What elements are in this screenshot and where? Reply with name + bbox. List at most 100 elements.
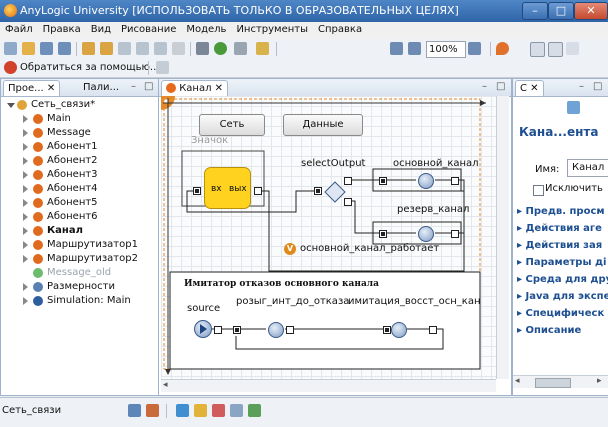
status-tool1-icon[interactable]	[176, 404, 189, 417]
source-icon[interactable]	[194, 320, 212, 338]
select-output-false-port[interactable]	[344, 198, 352, 206]
zoom-in-icon[interactable]	[468, 42, 481, 55]
connector-icon[interactable]	[256, 42, 269, 55]
redo-icon[interactable]	[100, 42, 113, 55]
maximize-button[interactable]: □	[548, 2, 574, 20]
canvas-horizontal-scrollbar[interactable]: ◂	[161, 379, 496, 392]
properties-section[interactable]: ▸ Действия аге	[517, 223, 602, 238]
delay2-out-port[interactable]	[429, 326, 437, 334]
run-icon[interactable]	[214, 42, 227, 55]
properties-section[interactable]: ▸ Параметры ді	[517, 257, 606, 272]
properties-section[interactable]: ▸ Действия зая	[517, 240, 602, 255]
grid-icon[interactable]	[530, 42, 545, 57]
select-output-in-port[interactable]	[314, 187, 322, 195]
tab-projects[interactable]: Прое... ✕	[3, 80, 61, 96]
collapsed-arrow-icon[interactable]	[23, 213, 28, 221]
main-channel-in-port[interactable]	[379, 177, 387, 185]
maximize-panel-icon[interactable]: □	[144, 81, 153, 92]
menu-model[interactable]: Модель	[181, 22, 231, 35]
reserve-channel-out-port[interactable]	[451, 230, 459, 238]
properties-section[interactable]: ▸ Среда для дру	[517, 274, 608, 289]
source-out-port[interactable]	[214, 326, 222, 334]
select-output-true-port[interactable]	[344, 177, 352, 185]
undo-icon[interactable]	[82, 42, 95, 55]
props-scroll-right-icon[interactable]: ▸	[597, 376, 602, 386]
minimize-panel-icon[interactable]: –	[131, 81, 136, 92]
properties-section[interactable]: ▸ Предв. просм	[517, 206, 605, 221]
zoom-level-field[interactable]: 100%	[426, 41, 466, 58]
pin-icon[interactable]	[156, 61, 169, 74]
canvas-vertical-scrollbar[interactable]	[496, 96, 509, 379]
in-port[interactable]	[193, 187, 201, 195]
main-channel-out-port[interactable]	[451, 177, 459, 185]
props-scroll-left-icon[interactable]: ◂	[515, 376, 520, 386]
open-icon[interactable]	[22, 42, 35, 55]
collapsed-arrow-icon[interactable]	[23, 157, 28, 165]
scroll-left-icon[interactable]: ◂	[163, 380, 168, 390]
maximize-editor-icon[interactable]: □	[496, 81, 505, 92]
name-field[interactable]: Канал	[567, 159, 608, 177]
collapsed-arrow-icon[interactable]	[23, 199, 28, 207]
zoom-fit-icon[interactable]	[390, 42, 403, 55]
status-tool5-icon[interactable]	[248, 404, 261, 417]
expanded-arrow-icon[interactable]	[7, 103, 15, 108]
cut-icon[interactable]	[118, 42, 131, 55]
status-tool4-icon[interactable]	[230, 404, 243, 417]
variable-icon[interactable]: V	[284, 243, 296, 255]
tab-properties[interactable]: С ✕	[515, 80, 544, 96]
build-icon[interactable]	[196, 42, 209, 55]
location-pin-icon[interactable]	[496, 42, 509, 55]
menu-edit[interactable]: Правка	[38, 22, 86, 35]
status-tool3-icon[interactable]	[212, 404, 225, 417]
stop-icon[interactable]	[234, 42, 247, 55]
collapsed-arrow-icon[interactable]	[23, 185, 28, 193]
recovery-delay-icon[interactable]	[391, 322, 407, 338]
collapsed-arrow-icon[interactable]	[23, 171, 28, 179]
save-icon[interactable]	[40, 42, 53, 55]
menu-view[interactable]: Вид	[86, 22, 116, 35]
minimize-editor-icon[interactable]: –	[482, 81, 487, 92]
save-all-icon[interactable]	[58, 42, 71, 55]
collapsed-arrow-icon[interactable]	[23, 255, 28, 263]
menu-tools[interactable]: Инструменты	[231, 22, 313, 35]
collapsed-arrow-icon[interactable]	[23, 283, 28, 291]
properties-section[interactable]: ▸ Описание	[517, 325, 581, 340]
delay1-in-port[interactable]	[233, 326, 241, 334]
collapsed-arrow-icon[interactable]	[23, 297, 28, 305]
props-scroll-thumb[interactable]	[535, 378, 571, 388]
new-icon[interactable]	[4, 42, 17, 55]
collapsed-arrow-icon[interactable]	[23, 129, 28, 137]
set-button[interactable]: Сеть	[199, 114, 265, 136]
close-button[interactable]: ✕	[574, 2, 608, 20]
collapsed-arrow-icon[interactable]	[23, 227, 28, 235]
menu-file[interactable]: Файл	[0, 22, 38, 35]
minimize-button[interactable]: –	[522, 2, 548, 20]
delete-icon[interactable]	[172, 42, 185, 55]
data-button[interactable]: Данные	[283, 114, 363, 136]
minimize-props-icon[interactable]: –	[579, 81, 584, 92]
properties-section[interactable]: ▸ Java для экспе	[517, 291, 608, 306]
menu-help[interactable]: Справка	[313, 22, 367, 35]
exclude-checkbox[interactable]	[533, 185, 544, 196]
collapsed-arrow-icon[interactable]	[23, 115, 28, 123]
snap-icon[interactable]	[566, 42, 579, 55]
status-chart-icon[interactable]	[146, 404, 159, 417]
copy-icon[interactable]	[136, 42, 149, 55]
out-port[interactable]	[254, 187, 262, 195]
zoom-out-icon[interactable]	[408, 42, 421, 55]
reserve-channel-delay-icon[interactable]	[418, 226, 434, 242]
status-tool2-icon[interactable]	[194, 404, 207, 417]
main-channel-delay-icon[interactable]	[418, 173, 434, 189]
delay1-out-port[interactable]	[286, 326, 294, 334]
channel-block[interactable]: вх вых	[204, 167, 251, 209]
diagram-canvas[interactable]: Сеть Данные Значок вх вых selectOutput о…	[161, 96, 496, 379]
layout-icon[interactable]	[548, 42, 563, 57]
collapsed-arrow-icon[interactable]	[23, 143, 28, 151]
help-link[interactable]: Обратиться за помощью...	[20, 62, 159, 73]
tab-palette[interactable]: Пали...	[79, 80, 123, 95]
reserve-channel-in-port[interactable]	[379, 230, 387, 238]
properties-section[interactable]: ▸ Специфическ	[517, 308, 604, 323]
menu-draw[interactable]: Рисование	[116, 22, 181, 35]
props-action-icon[interactable]	[567, 101, 580, 114]
failure-interval-delay-icon[interactable]	[268, 322, 284, 338]
